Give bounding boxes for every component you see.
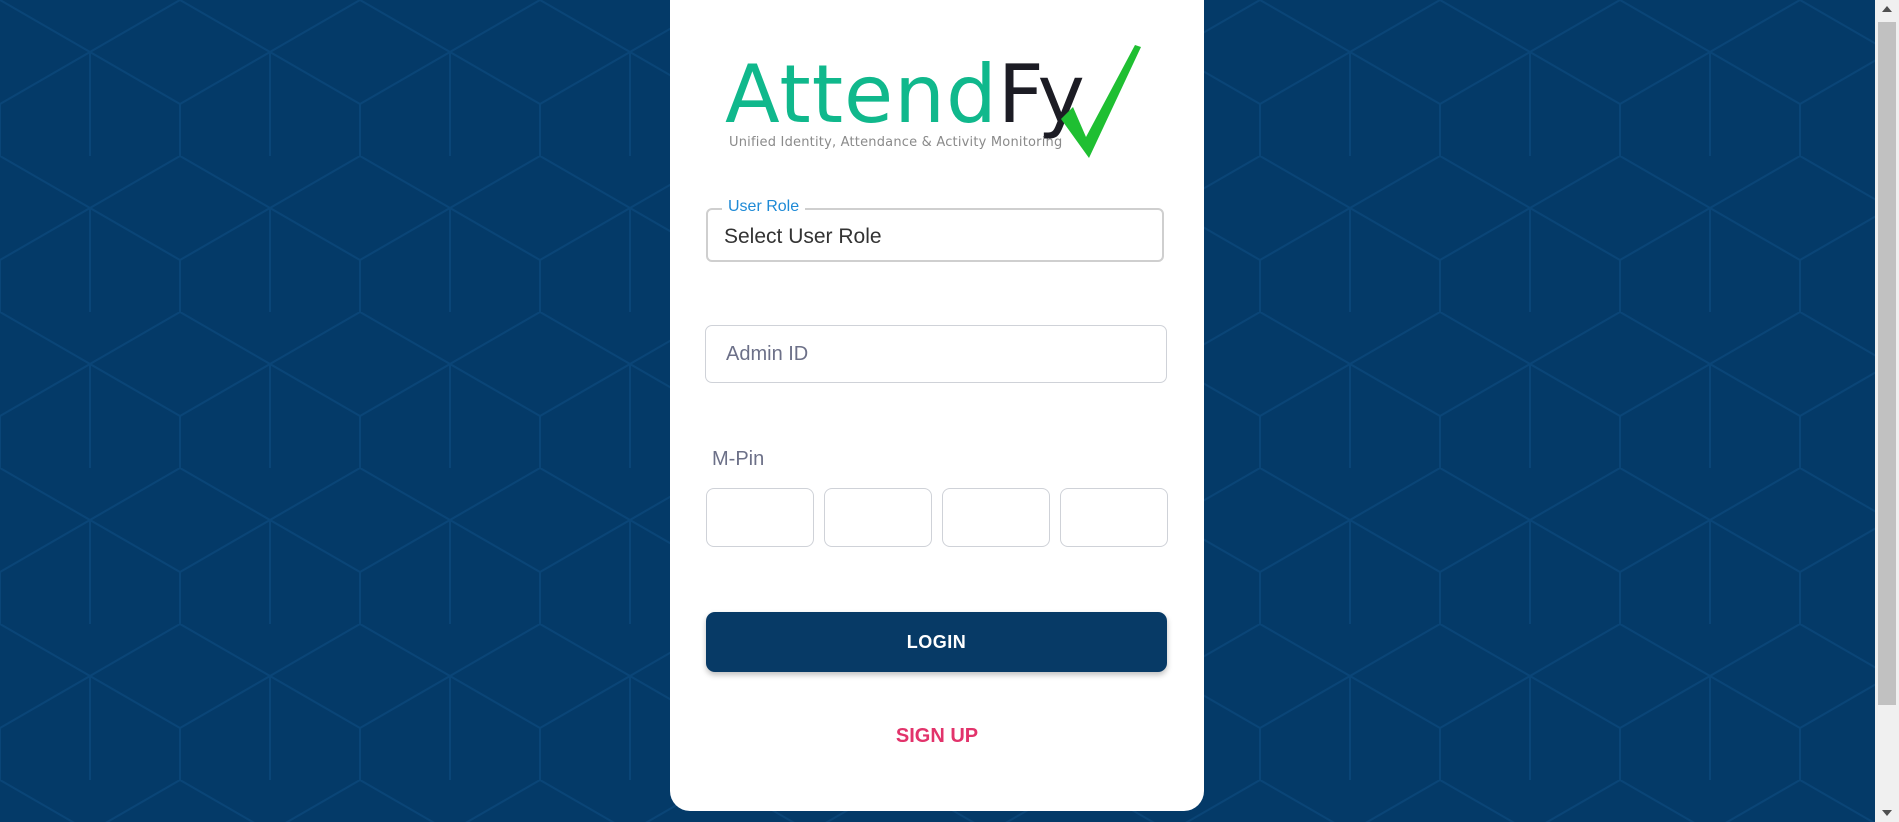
mpin-digit-1[interactable] [706,488,814,547]
vertical-scrollbar[interactable] [1875,0,1899,822]
admin-id-input[interactable] [705,325,1167,383]
login-card: AttendFy Unified Identity, Attendance & … [670,0,1204,811]
mpin-digit-4[interactable] [1060,488,1168,547]
attendfy-logo: AttendFy Unified Identity, Attendance & … [725,45,1141,165]
user-role-label: User Role [722,198,806,216]
checkmark-icon [1061,45,1141,158]
logo-word-attend: Attend [725,48,998,141]
logo-wordmark: AttendFy [725,45,1086,145]
mpin-digit-2[interactable] [824,488,932,547]
signup-link[interactable]: SIGN UP [867,721,1007,751]
mpin-label: M-Pin [712,448,765,470]
scrollbar-thumb[interactable] [1878,22,1896,705]
mpin-digit-3[interactable] [942,488,1050,547]
logo-tagline: Unified Identity, Attendance & Activity … [729,135,1063,150]
user-role-select[interactable]: User Role Select User Role [706,198,1164,262]
user-role-value: Select User Role [724,225,882,248]
scroll-down-icon[interactable] [1875,804,1899,822]
login-button[interactable]: LOGIN [706,612,1167,672]
scroll-up-icon[interactable] [1875,0,1899,18]
